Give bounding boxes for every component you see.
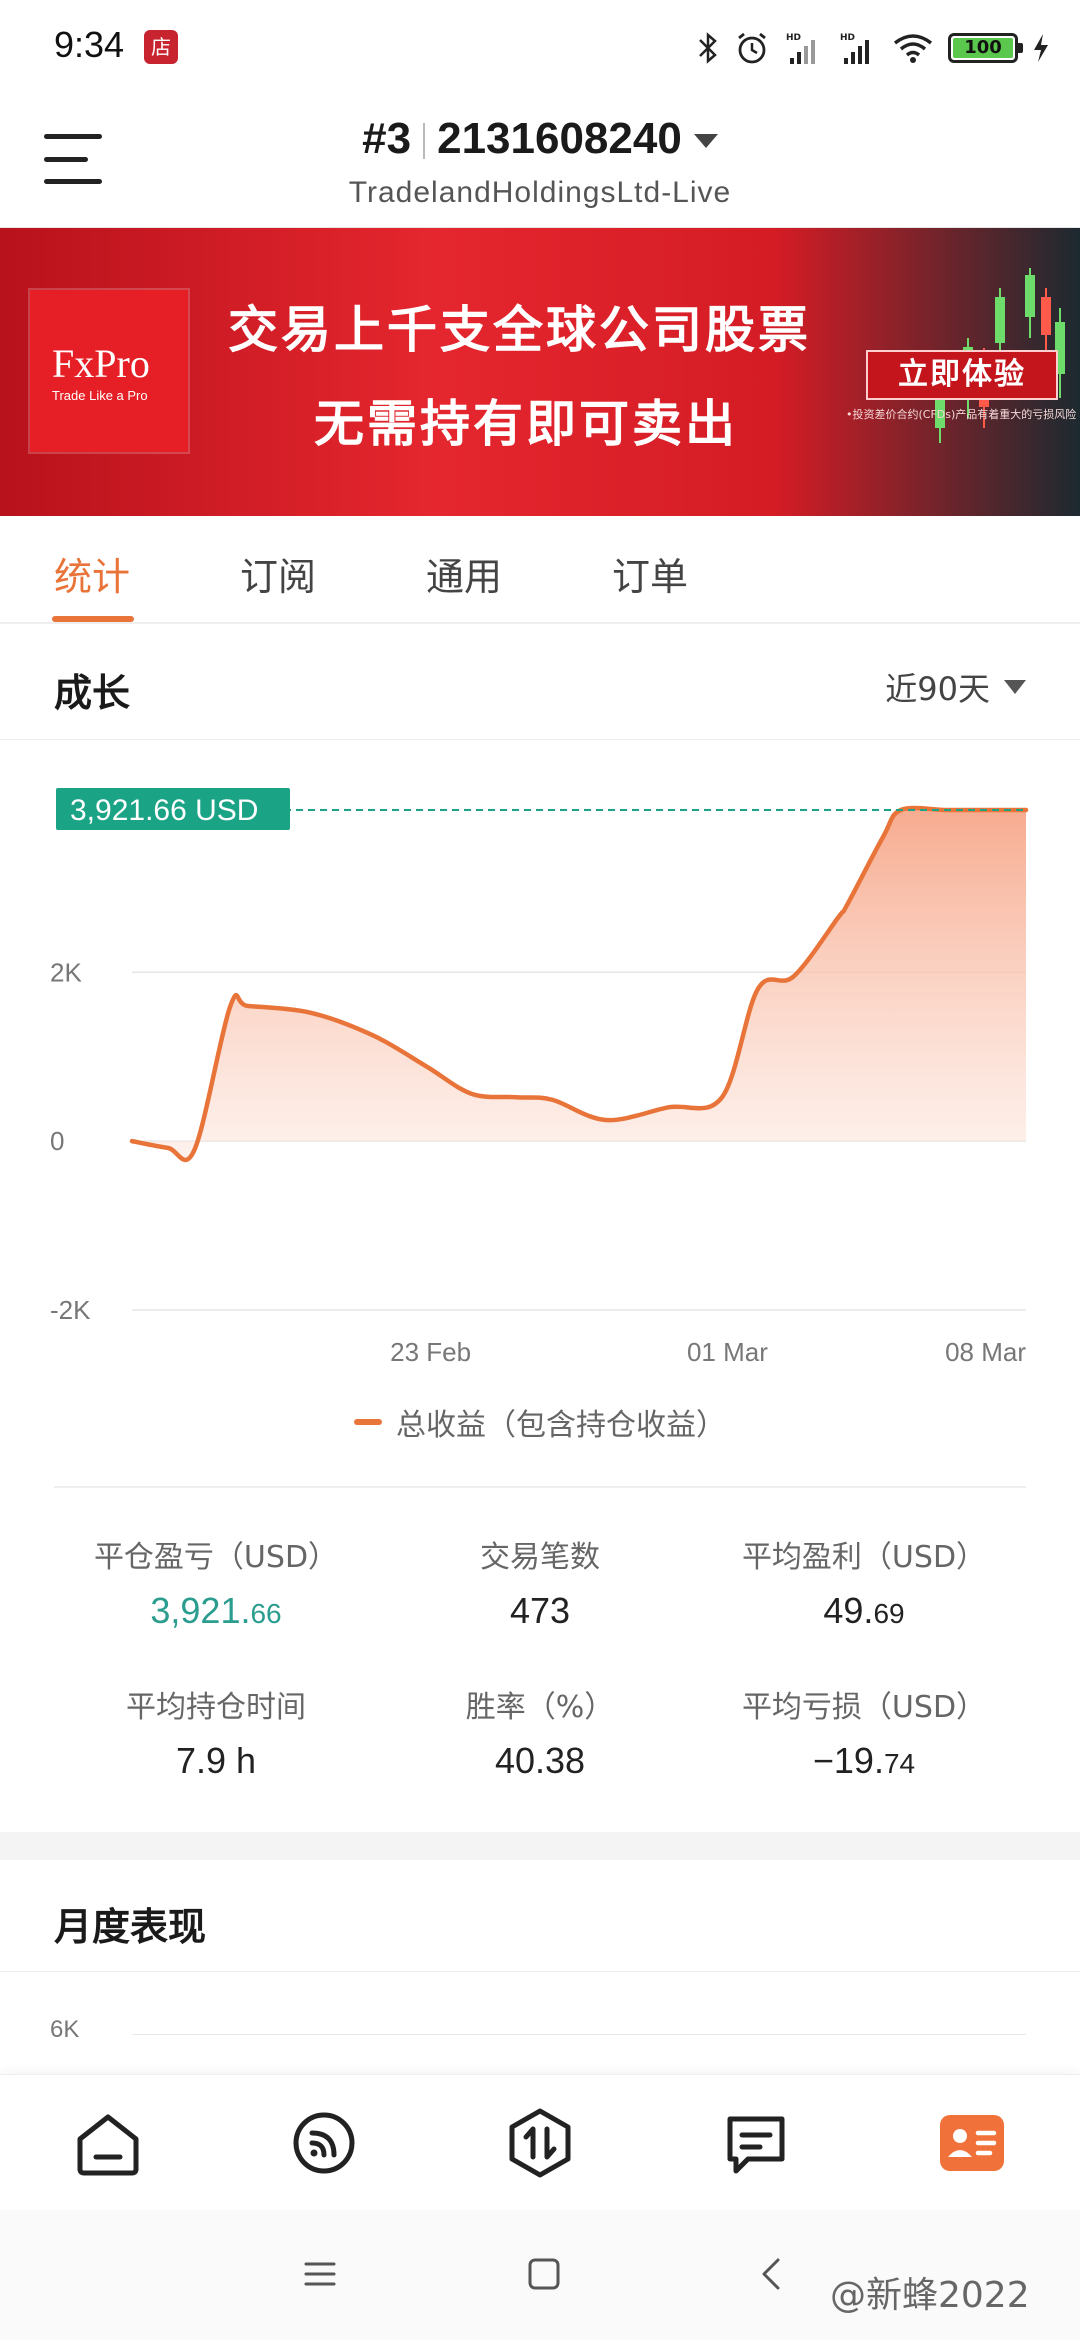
monthly-y-tick: 6K xyxy=(50,2016,80,2043)
stat-trade-count: 交易笔数 473 xyxy=(378,1532,702,1632)
stat-average-holding-time: 平均持仓时间 7.9 h xyxy=(54,1682,378,1782)
growth-chart[interactable]: 2K 0 -2K 23 Feb 01 Mar 08 Mar 3,921.66 USD 总… xyxy=(0,740,1080,1480)
nav-account[interactable] xyxy=(934,2105,1010,2181)
tab-bar: 统计 订阅 通用 订单 xyxy=(0,516,1080,624)
wifi-icon xyxy=(893,34,933,63)
tab-statistics[interactable]: 统计 xyxy=(54,546,130,601)
period-label: 近90天 xyxy=(885,670,990,708)
home-button-icon[interactable] xyxy=(526,2256,562,2292)
alarm-icon xyxy=(738,32,766,64)
server-name: TradelandHoldingsLtd-Live xyxy=(348,176,732,209)
stat-label: 平仓盈亏（USD） xyxy=(93,1540,339,1575)
stat-average-loss: 平均亏损（USD） −19.74 xyxy=(702,1682,1026,1782)
stat-closed-pnl: 平仓盈亏（USD） 3,921.66 xyxy=(54,1532,378,1632)
banner-headline: 交易上千支全球公司股票 xyxy=(228,301,811,359)
y-tick-label: 0 xyxy=(50,1126,64,1156)
monthly-section-header: 月度表现 xyxy=(0,1860,1080,1972)
fxpro-logo: FxPro Trade Like a Pro xyxy=(30,290,188,452)
risk-disclaimer: •投资差价合约(CFDs)产品有着重大的亏损风险 xyxy=(846,408,1077,421)
legend-swatch xyxy=(354,1419,382,1425)
chart-legend[interactable]: 总收益（包含持仓收益） xyxy=(0,1400,1080,1444)
stat-value: −19.74 xyxy=(812,1740,916,1781)
stat-label: 平均亏损（USD） xyxy=(741,1690,987,1725)
y-tick-label: 2K xyxy=(50,957,82,987)
monthly-chart[interactable]: 6K xyxy=(0,1972,1080,2074)
stat-value: 7.9 h xyxy=(175,1740,257,1781)
signal-feed-icon xyxy=(293,2112,355,2174)
tab-general[interactable]: 通用 xyxy=(426,546,502,601)
fxpro-logo-name: FxPro xyxy=(52,341,150,386)
app-header: #3 2131608240 TradelandHoldingsLtd-Live xyxy=(0,96,1080,228)
account-selector[interactable]: #3 2131608240 xyxy=(0,114,1080,164)
try-now-button[interactable]: 立即体验 xyxy=(866,350,1058,400)
status-time: 9:34 xyxy=(54,24,125,65)
bottom-navigation xyxy=(0,2074,1080,2210)
growth-title: 成长 xyxy=(54,671,131,715)
stat-label: 平均盈利（USD） xyxy=(741,1540,987,1575)
stat-win-rate: 胜率（%） 40.38 xyxy=(378,1682,702,1782)
tab-orders[interactable]: 订单 xyxy=(612,546,688,601)
caret-down-icon xyxy=(1004,680,1026,694)
status-icons: HD HD 100 xyxy=(696,26,1050,70)
stat-value: 40.38 xyxy=(494,1740,586,1781)
y-tick-label: -2K xyxy=(50,1295,91,1325)
stat-value: 49.69 xyxy=(823,1590,905,1631)
battery-icon: 100 xyxy=(948,33,1023,63)
stat-label: 平均持仓时间 xyxy=(126,1690,306,1725)
stat-value: 473 xyxy=(509,1590,571,1631)
nav-signals[interactable] xyxy=(286,2105,362,2181)
signal-hd-icon-2: HD xyxy=(840,33,869,64)
store-app-badge-icon: 店 xyxy=(144,30,178,64)
growth-section-header: 成长 近90天 xyxy=(0,626,1080,740)
chevron-down-icon xyxy=(693,134,718,149)
account-index: #3 xyxy=(362,114,412,163)
tab-subscriptions[interactable]: 订阅 xyxy=(240,546,316,601)
account-number: 2131608240 xyxy=(437,114,682,163)
banner-subheadline: 无需持有即可卖出 xyxy=(314,395,738,453)
period-dropdown[interactable]: 近90天 xyxy=(885,664,1026,710)
battery-level: 100 xyxy=(953,38,1013,58)
growth-chart-svg: 2K 0 -2K 23 Feb 01 Mar 08 Mar 3,921.66 USD xyxy=(50,788,1029,1367)
stat-label: 胜率（%） xyxy=(465,1690,615,1725)
nav-home[interactable] xyxy=(70,2105,146,2181)
system-navigation: @新蜂2022 xyxy=(0,2210,1080,2340)
signal-hd-icon: HD xyxy=(786,33,815,64)
active-tab-indicator xyxy=(52,616,134,622)
monthly-title: 月度表现 xyxy=(54,1905,207,1949)
bluetooth-icon xyxy=(699,32,717,64)
x-tick-label: 23 Feb xyxy=(390,1337,471,1367)
status-bar: 9:34 店 HD HD 100 xyxy=(0,0,1080,96)
svg-text:HD: HD xyxy=(786,33,801,43)
fxpro-logo-tagline: Trade Like a Pro xyxy=(52,388,148,403)
stat-average-profit: 平均盈利（USD） 49.69 xyxy=(702,1532,1026,1632)
svg-text:HD: HD xyxy=(840,33,855,43)
trade-exchange-icon xyxy=(509,2108,571,2178)
recent-apps-icon[interactable] xyxy=(302,2256,338,2292)
legend-label: 总收益（包含持仓收益） xyxy=(396,1408,726,1443)
section-divider xyxy=(0,1832,1080,1860)
nav-trade[interactable] xyxy=(502,2105,578,2181)
back-icon[interactable] xyxy=(754,2256,790,2292)
x-tick-label: 08 Mar xyxy=(945,1337,1026,1367)
stat-label: 交易笔数 xyxy=(480,1540,600,1575)
account-card-icon xyxy=(940,2115,1004,2171)
home-icon xyxy=(77,2114,139,2176)
stats-grid: 平仓盈亏（USD） 3,921.66 交易笔数 473 平均盈利（USD） 49… xyxy=(54,1486,1026,1826)
x-tick-label: 01 Mar xyxy=(687,1337,768,1367)
nav-messages[interactable] xyxy=(718,2105,794,2181)
monthly-gridline xyxy=(132,2034,1026,2035)
promo-banner[interactable]: FxPro Trade Like a Pro 交易上千支全球公司股票 无需持有即… xyxy=(0,228,1080,516)
current-value-label: 3,921.66 USD xyxy=(70,794,258,827)
watermark: @新蜂2022 xyxy=(830,2275,1030,2316)
messages-icon xyxy=(727,2116,785,2174)
charging-icon xyxy=(1034,34,1048,62)
growth-area-fill xyxy=(132,807,1026,1160)
stat-value: 3,921.66 xyxy=(150,1590,282,1631)
